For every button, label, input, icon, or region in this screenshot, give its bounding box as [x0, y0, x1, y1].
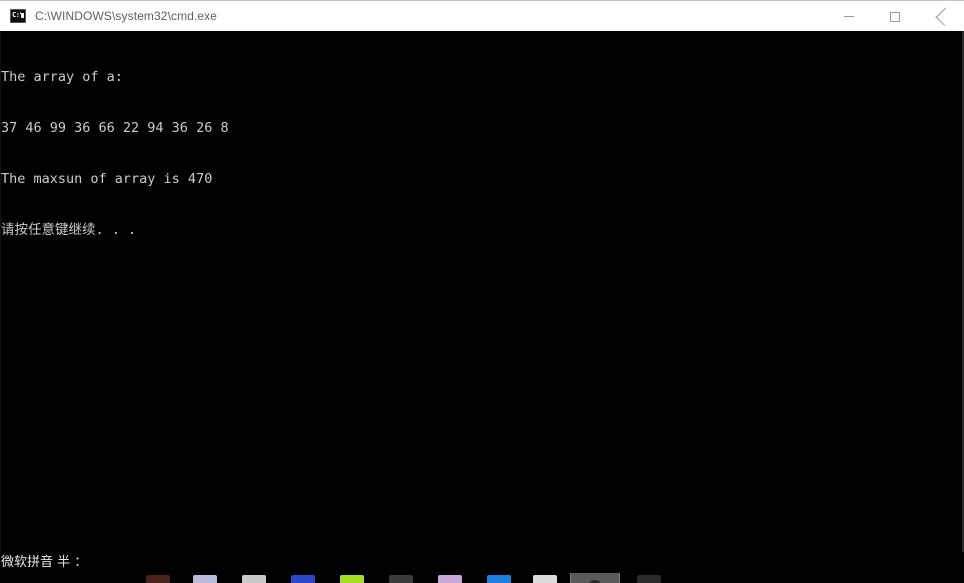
- taskbar-icon-9[interactable]: [533, 575, 557, 583]
- taskbar-icon-7[interactable]: [438, 575, 462, 583]
- close-icon: [936, 11, 947, 22]
- taskbar-icon-3[interactable]: [242, 575, 266, 583]
- console-line: 37 46 99 36 66 22 94 36 26 8: [1, 120, 229, 136]
- console-text-block: The array of a: 37 46 99 36 66 22 94 36 …: [1, 35, 229, 273]
- window-controls: [826, 1, 964, 31]
- window-titlebar[interactable]: C:\ C:\WINDOWS\system32\cmd.exe: [0, 0, 964, 31]
- cmd-icon-caret: [21, 13, 24, 18]
- ime-status-bar[interactable]: 微软拼音 半 ：: [0, 552, 964, 573]
- maximize-button[interactable]: [872, 1, 918, 32]
- console-output-area[interactable]: The array of a: 37 46 99 36 66 22 94 36 …: [0, 31, 964, 552]
- taskbar-icon-6[interactable]: [389, 575, 413, 583]
- taskbar-icon-1[interactable]: [146, 575, 170, 583]
- console-line: The maxsun of array is 470: [1, 171, 213, 187]
- close-button[interactable]: [918, 1, 964, 32]
- cmd-window: C:\ C:\WINDOWS\system32\cmd.exe The arra…: [0, 0, 964, 583]
- console-line: 请按任意键继续. . .: [1, 222, 137, 238]
- minimize-button[interactable]: [826, 1, 872, 32]
- taskbar-window-preview[interactable]: [570, 573, 620, 583]
- taskbar[interactable]: [0, 573, 964, 583]
- ime-mode-label: 微软拼音 半 ：: [1, 554, 88, 570]
- minimize-icon: [844, 16, 854, 17]
- titlebar-left-group: C:\ C:\WINDOWS\system32\cmd.exe: [0, 1, 217, 31]
- maximize-icon: [890, 11, 900, 22]
- taskbar-icon-10[interactable]: [637, 575, 661, 583]
- cmd-icon: C:\: [10, 9, 26, 23]
- console-line: The array of a:: [1, 69, 123, 85]
- window-title: C:\WINDOWS\system32\cmd.exe: [35, 9, 218, 23]
- taskbar-icon-5[interactable]: [340, 575, 364, 583]
- taskbar-icon-2[interactable]: [193, 575, 217, 583]
- taskbar-icon-4[interactable]: [291, 575, 315, 583]
- taskbar-icon-8[interactable]: [487, 575, 511, 583]
